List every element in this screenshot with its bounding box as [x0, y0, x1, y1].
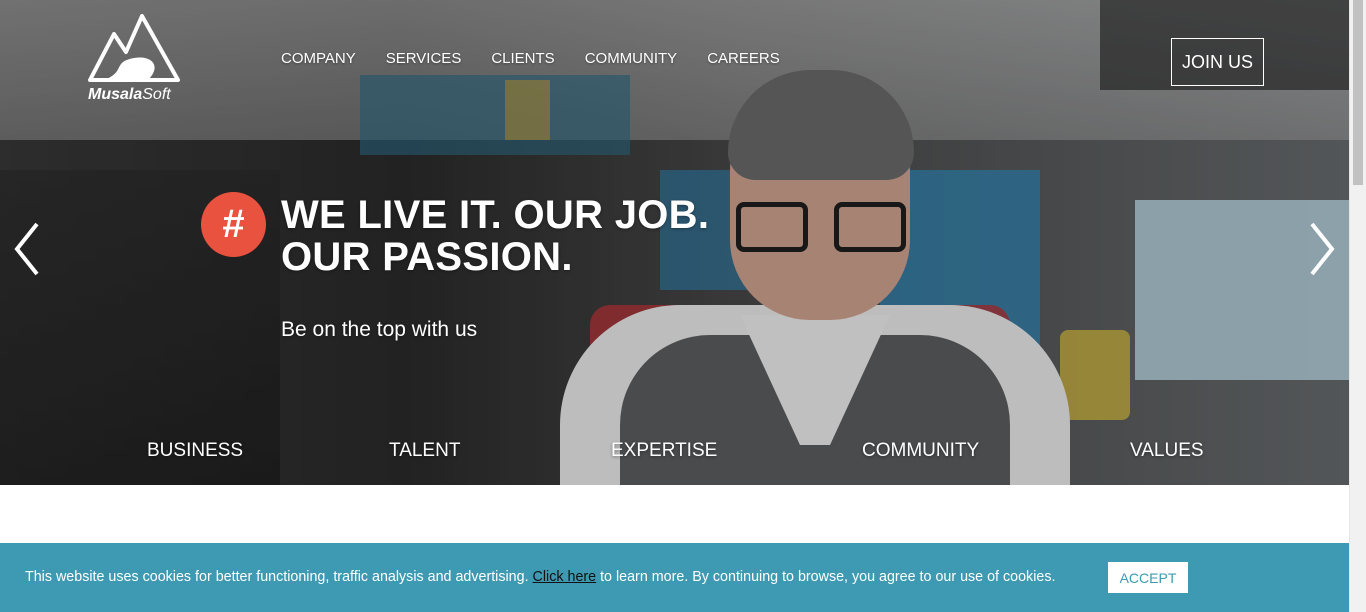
- carousel-prev[interactable]: [13, 222, 41, 276]
- chevron-right-icon: [1310, 222, 1335, 276]
- tab-expertise[interactable]: EXPERTISE: [611, 440, 717, 462]
- cookie-banner: This website uses cookies for better fun…: [0, 543, 1349, 612]
- headline-line-1: WE LIVE IT. OUR JOB.: [281, 193, 710, 237]
- nav-company[interactable]: COMPANY: [281, 50, 356, 67]
- hero-banner: MusalaSoft COMPANY SERVICES CLIENTS COMM…: [0, 0, 1349, 485]
- hashtag-badge: #: [201, 192, 266, 257]
- hero-headline: WE LIVE IT. OUR JOB. OUR PASSION.: [281, 194, 709, 278]
- tab-community[interactable]: COMMUNITY: [862, 440, 979, 462]
- tab-talent[interactable]: TALENT: [389, 440, 460, 462]
- nav-community[interactable]: COMMUNITY: [585, 50, 678, 67]
- mountain-logo-icon: [88, 14, 180, 82]
- musalasoft-logo[interactable]: MusalaSoft: [86, 14, 182, 106]
- scrollbar-thumb[interactable]: [1353, 0, 1363, 185]
- content-area: [0, 485, 1349, 543]
- cookie-message: This website uses cookies for better fun…: [25, 569, 1056, 585]
- logo-text: MusalaSoft: [88, 86, 171, 103]
- main-nav: COMPANY SERVICES CLIENTS COMMUNITY CAREE…: [281, 50, 810, 67]
- page-scrollbar[interactable]: [1349, 0, 1366, 612]
- tab-values[interactable]: VALUES: [1130, 440, 1204, 462]
- cookie-learn-more-link[interactable]: Click here: [533, 569, 597, 585]
- nav-services[interactable]: SERVICES: [386, 50, 462, 67]
- nav-careers[interactable]: CAREERS: [707, 50, 780, 67]
- hero-subline: Be on the top with us: [281, 318, 478, 341]
- headline-line-2: OUR PASSION.: [281, 235, 573, 279]
- accept-cookies-button[interactable]: ACCEPT: [1108, 562, 1188, 593]
- hero-tabs: BUSINESS TALENT EXPERTISE COMMUNITY VALU…: [0, 440, 1349, 470]
- join-us-button[interactable]: JOIN US: [1171, 38, 1264, 86]
- carousel-next[interactable]: [1308, 222, 1336, 276]
- tab-business[interactable]: BUSINESS: [147, 440, 243, 462]
- chevron-left-icon: [14, 222, 39, 276]
- nav-clients[interactable]: CLIENTS: [491, 50, 554, 67]
